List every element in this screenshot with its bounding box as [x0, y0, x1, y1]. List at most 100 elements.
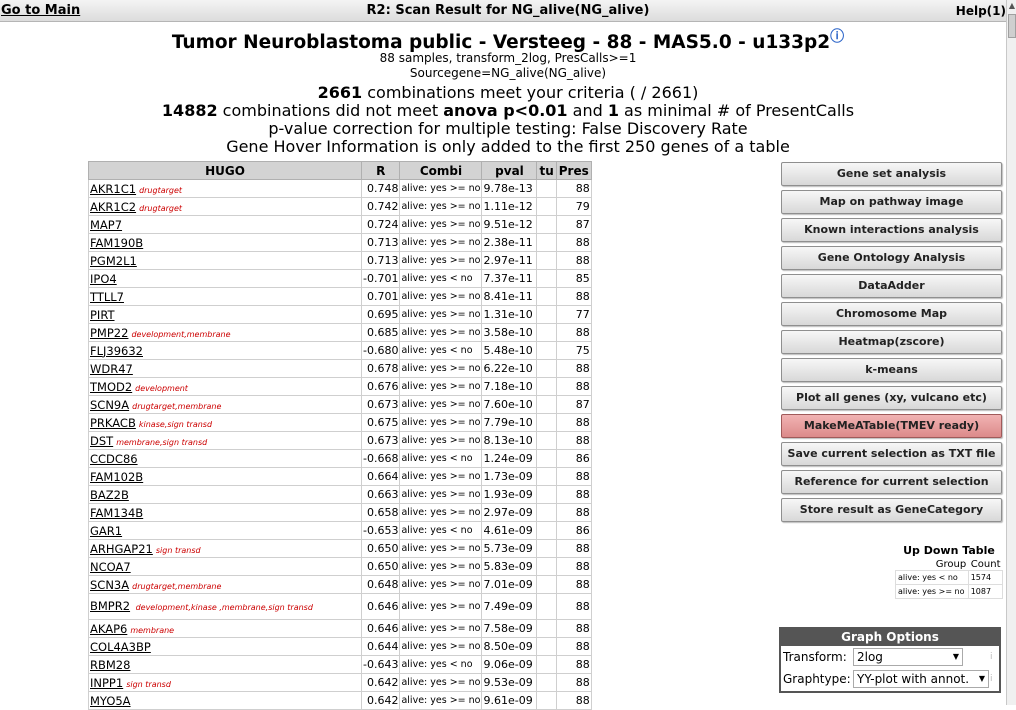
- known-interactions-button[interactable]: Known interactions analysis: [781, 218, 1002, 242]
- cell-r: 0.646: [360, 619, 401, 638]
- graph-options-panel: Graph Options Transform: 2log ▼ i Grapht…: [779, 627, 1001, 693]
- cell-pval: 1.93e-09: [481, 485, 538, 504]
- sourcegene-info: Sourcegene=NG_alive(NG_alive): [409, 66, 607, 80]
- kmeans-button[interactable]: k-means: [781, 358, 1002, 382]
- cell-pval: 2.38e-11: [481, 233, 538, 252]
- chromosome-map-button[interactable]: Chromosome Map: [781, 302, 1002, 326]
- combos-count: 2661: [317, 83, 363, 102]
- cell-pres: 88: [555, 539, 592, 558]
- results-table: HUGO R Combi pval tu Pres AKR1C1 drugtarg…: [88, 161, 592, 710]
- gene-set-analysis-button[interactable]: Gene set analysis: [781, 162, 1002, 186]
- gene-link[interactable]: BMPR2: [90, 599, 130, 613]
- cell-pval: 7.79e-10: [481, 413, 538, 432]
- col-header-pval[interactable]: pval: [481, 161, 538, 180]
- table-row: RBM28 -0.643 alive: yes < no 9.06e-09 88: [88, 655, 592, 674]
- cell-r: -0.680: [360, 341, 401, 360]
- gene-link[interactable]: COL4A3BP: [90, 640, 151, 654]
- gene-link[interactable]: ARHGAP21: [90, 542, 153, 556]
- gene-link[interactable]: CCDC86: [90, 452, 138, 466]
- gene-link[interactable]: TMOD2: [90, 380, 132, 394]
- cell-combi: alive: yes >= no: [399, 179, 483, 198]
- cell-pval: 3.58e-10: [481, 323, 538, 342]
- gene-link[interactable]: AKR1C2: [90, 200, 136, 214]
- col-header-pres[interactable]: Pres: [555, 161, 592, 180]
- cell-pval: 5.83e-09: [481, 557, 538, 576]
- col-header-hugo[interactable]: HUGO: [88, 161, 362, 180]
- cell-tu: [536, 215, 557, 234]
- help-link[interactable]: Help(1): [956, 4, 1006, 18]
- cell-combi: alive: yes >= no: [399, 215, 483, 234]
- cell-tu: [536, 691, 557, 710]
- cell-combi: alive: yes >= no: [399, 673, 483, 692]
- gene-link[interactable]: DST: [90, 434, 113, 448]
- cell-hugo: WDR47: [88, 359, 362, 378]
- cell-pval: 1.31e-10: [481, 305, 538, 324]
- cell-pres: 87: [555, 215, 592, 234]
- gene-link[interactable]: IPO4: [90, 272, 117, 286]
- cell-r: -0.653: [360, 521, 401, 540]
- cell-hugo: PIRT: [88, 305, 362, 324]
- cell-pval: 1.73e-09: [481, 467, 538, 486]
- cell-pres: 88: [555, 485, 592, 504]
- up-down-col-group: Group: [895, 559, 969, 571]
- cell-pval: 7.49e-09: [481, 593, 538, 620]
- cell-r: 0.642: [360, 673, 401, 692]
- gene-link[interactable]: AKR1C1: [90, 182, 136, 196]
- gene-link[interactable]: FAM190B: [90, 236, 143, 250]
- gene-link[interactable]: PIRT: [90, 308, 115, 322]
- cell-combi: alive: yes < no: [399, 269, 483, 288]
- cell-r: 0.658: [360, 503, 401, 522]
- gene-link[interactable]: BAZ2B: [90, 488, 129, 502]
- reference-selection-button[interactable]: Reference for current selection: [781, 470, 1002, 494]
- gene-link[interactable]: INPP1: [90, 676, 123, 690]
- scroll-up-icon[interactable]: ▲: [1007, 0, 1016, 12]
- cell-tu: [536, 233, 557, 252]
- col-header-combi[interactable]: Combi: [399, 161, 483, 180]
- gene-link[interactable]: PMP22: [90, 326, 128, 340]
- cell-pval: 8.41e-11: [481, 287, 538, 306]
- cell-pres: 88: [555, 673, 592, 692]
- col-header-tu[interactable]: tu: [536, 161, 557, 180]
- gene-link[interactable]: WDR47: [90, 362, 133, 376]
- gene-link[interactable]: RBM28: [90, 658, 130, 672]
- cell-tu: [536, 323, 557, 342]
- cell-hugo: AKR1C1 drugtarget: [88, 179, 362, 198]
- graphtype-select[interactable]: YY-plot with annot. ▼: [853, 670, 989, 688]
- gene-link[interactable]: SCN3A: [90, 578, 129, 592]
- heatmap-button[interactable]: Heatmap(zscore): [781, 330, 1002, 354]
- gene-link[interactable]: PGM2L1: [90, 254, 137, 268]
- gene-link[interactable]: FAM134B: [90, 506, 143, 520]
- info-icon[interactable]: ⓘ: [830, 29, 844, 45]
- up-down-table: Up Down Table Group Count alive: yes < n…: [895, 542, 1004, 599]
- gene-link[interactable]: NCOA7: [90, 560, 131, 574]
- store-genecategory-button[interactable]: Store result as GeneCategory: [781, 498, 1002, 522]
- info-icon[interactable]: i: [990, 674, 996, 686]
- cell-pval: 1.24e-09: [481, 449, 538, 468]
- cell-pres: 86: [555, 521, 592, 540]
- gene-link[interactable]: TTLL7: [90, 290, 124, 304]
- transform-select[interactable]: 2log ▼: [853, 648, 963, 666]
- info-icon[interactable]: i: [990, 652, 996, 664]
- gene-link[interactable]: MYO5A: [90, 694, 131, 708]
- gene-link[interactable]: MAP7: [90, 218, 122, 232]
- save-selection-txt-button[interactable]: Save current selection as TXT file: [781, 442, 1002, 466]
- cell-pval: 5.73e-09: [481, 539, 538, 558]
- gene-link[interactable]: PRKACB: [90, 416, 136, 430]
- table-row: IPO4 -0.701 alive: yes < no 7.37e-11 85: [88, 269, 592, 288]
- plot-all-genes-button[interactable]: Plot all genes (xy, vulcano etc): [781, 386, 1002, 410]
- gene-link[interactable]: GAR1: [90, 524, 122, 538]
- col-header-r[interactable]: R: [360, 161, 401, 180]
- cell-hugo: BMPR2 development,kinase ,membrane,sign …: [88, 593, 362, 620]
- cell-r: 0.642: [360, 691, 401, 710]
- make-me-a-table-button[interactable]: MakeMeATable(TMEV ready): [781, 414, 1002, 438]
- gene-link[interactable]: SCN9A: [90, 398, 129, 412]
- cell-tu: [536, 179, 557, 198]
- map-pathway-button[interactable]: Map on pathway image: [781, 190, 1002, 214]
- gene-link[interactable]: AKAP6: [90, 622, 127, 636]
- data-adder-button[interactable]: DataAdder: [781, 274, 1002, 298]
- cell-combi: alive: yes >= no: [399, 287, 483, 306]
- cell-r: 0.695: [360, 305, 401, 324]
- gene-link[interactable]: FLJ39632: [90, 344, 143, 358]
- gene-ontology-button[interactable]: Gene Ontology Analysis: [781, 246, 1002, 270]
- gene-link[interactable]: FAM102B: [90, 470, 143, 484]
